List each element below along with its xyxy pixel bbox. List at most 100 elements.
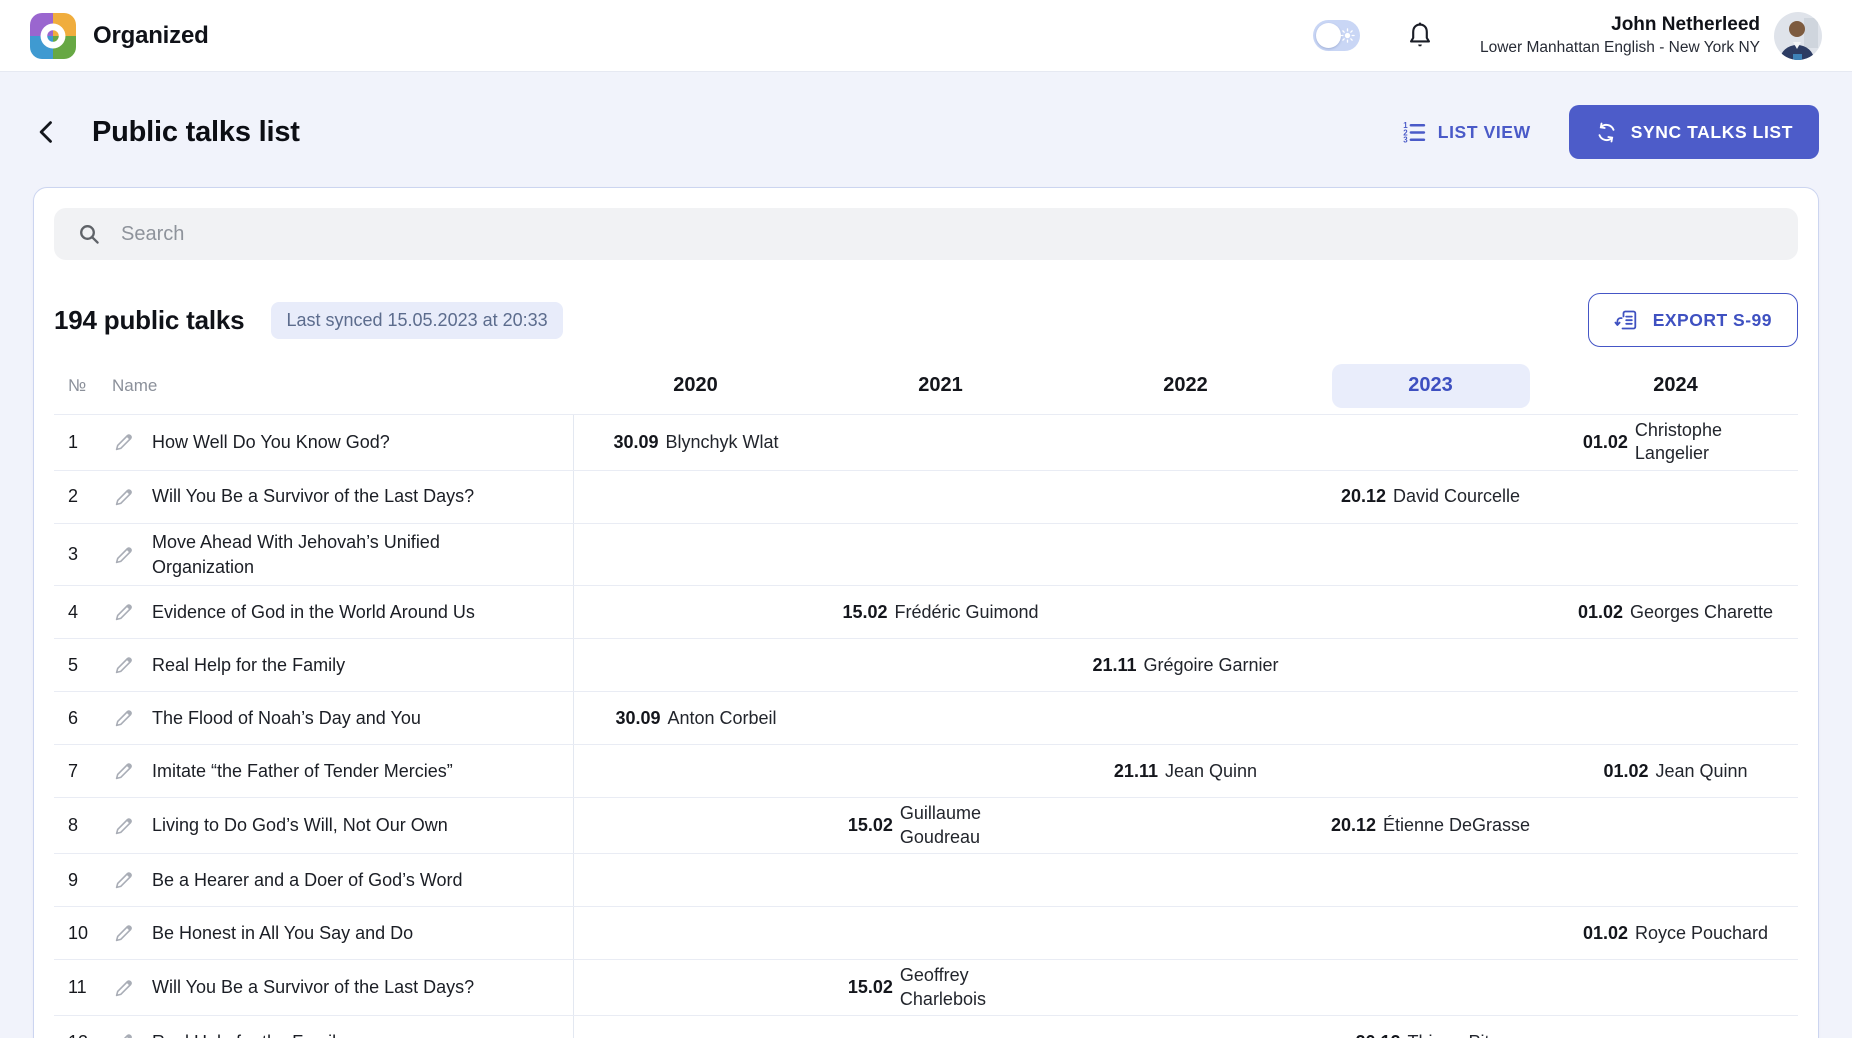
toggle-knob[interactable]: [1316, 23, 1341, 48]
talk-name: Imitate “the Father of Tender Mercies”: [152, 753, 512, 790]
talk-date: 20.12: [1331, 815, 1376, 836]
edit-pencil-icon[interactable]: [112, 920, 138, 946]
table-row: 7 Imitate “the Father of Tender Mercies”…: [54, 745, 1798, 798]
row-number: 4: [68, 602, 112, 623]
edit-pencil-icon[interactable]: [112, 652, 138, 678]
avatar[interactable]: [1774, 12, 1822, 60]
talk-date: 21.11: [1114, 761, 1158, 782]
year-cell-2022: [1063, 471, 1308, 523]
year-column-header-2023[interactable]: 2023: [1308, 357, 1553, 414]
table-row: 2 Will You Be a Survivor of the Last Day…: [54, 471, 1798, 524]
sync-talks-button[interactable]: SYNC TALKS LIST: [1569, 105, 1819, 159]
user-name: John Netherleed: [1480, 14, 1760, 36]
sync-talks-label: SYNC TALKS LIST: [1631, 122, 1793, 143]
year-cell-2022: [1063, 1016, 1308, 1038]
talk-date: 30.09: [615, 708, 660, 729]
talk-name: Real Help for the Family: [152, 1024, 512, 1038]
talk-speaker: Blynchyk Wlat: [666, 432, 779, 453]
year-cell-2021: [818, 1016, 1063, 1038]
year-cell-2020: 30.09 Anton Corbeil: [573, 692, 818, 744]
year-cell-2024: [1553, 639, 1798, 691]
year-cell-2023: 20.12Thierry Pitre: [1308, 1016, 1553, 1038]
year-cell-2022: [1063, 692, 1308, 744]
year-cell-2020: [573, 471, 818, 523]
year-cell-2024: [1553, 524, 1798, 586]
talk-name: Be Honest in All You Say and Do: [152, 915, 512, 952]
talk-name: Be a Hearer and a Doer of God’s Word: [152, 862, 512, 899]
year-cell-2022: [1063, 524, 1308, 586]
year-cell-2021: [818, 471, 1063, 523]
talk-date: 21.11: [1092, 655, 1136, 676]
row-number: 8: [68, 815, 112, 836]
talks-table: № Name 20202021202220232024 1 How Well D…: [54, 357, 1798, 1038]
edit-pencil-icon[interactable]: [112, 1029, 138, 1038]
talk-speaker: Royce Pouchard: [1635, 923, 1768, 944]
edit-pencil-icon[interactable]: [112, 758, 138, 784]
export-s99-label: EXPORT S-99: [1653, 310, 1772, 331]
table-row: 12 Real Help for the Family20.12Thierry …: [54, 1016, 1798, 1038]
search-input[interactable]: [121, 223, 1775, 246]
year-cell-2021: [818, 854, 1063, 906]
export-document-icon: [1614, 307, 1640, 333]
year-cell-2024: 01.02Jean Quinn: [1553, 745, 1798, 797]
app-logo[interactable]: [30, 13, 76, 59]
edit-pencil-icon[interactable]: [112, 484, 138, 510]
user-block[interactable]: John Netherleed Lower Manhattan English …: [1480, 14, 1760, 57]
talk-name: How Well Do You Know God?: [152, 424, 512, 461]
year-label-2020: 2020: [673, 374, 718, 397]
edit-pencil-icon[interactable]: [112, 429, 138, 455]
table-header-row: № Name 20202021202220232024: [54, 357, 1798, 415]
talk-speaker: Jean Quinn: [1165, 761, 1257, 782]
year-cell-2021: 15.02Geoffrey Charlebois: [818, 960, 1063, 1015]
page-title: Public talks list: [92, 116, 300, 149]
year-cell-2023: [1308, 907, 1553, 959]
year-cell-2022: [1063, 854, 1308, 906]
year-column-header-2024[interactable]: 2024: [1553, 357, 1798, 414]
year-cell-2021: [818, 745, 1063, 797]
year-cell-2020: 30.09 Blynchyk Wlat: [573, 415, 818, 470]
edit-pencil-icon[interactable]: [112, 813, 138, 839]
year-cell-2023: [1308, 586, 1553, 638]
talk-speaker: Jean Quinn: [1655, 761, 1747, 782]
back-chevron-icon[interactable]: [33, 115, 63, 149]
year-cell-2023: [1308, 639, 1553, 691]
talk-speaker: Guillaume Goudreau: [900, 802, 1033, 849]
edit-pencil-icon[interactable]: [112, 867, 138, 893]
year-cell-2022: [1063, 798, 1308, 853]
table-row: 5 Real Help for the Family21.11Grégoire …: [54, 639, 1798, 692]
svg-text:3: 3: [1403, 135, 1408, 144]
year-cell-2023: 20.12Étienne DeGrasse: [1308, 798, 1553, 853]
talk-date: 20.12: [1355, 1032, 1400, 1038]
edit-pencil-icon[interactable]: [112, 975, 138, 1001]
talk-speaker: Anton Corbeil: [667, 708, 776, 729]
export-s99-button[interactable]: EXPORT S-99: [1588, 293, 1798, 347]
year-cell-2022: [1063, 907, 1308, 959]
row-number: 7: [68, 761, 112, 782]
row-number: 11: [68, 977, 112, 998]
table-row: 4 Evidence of God in the World Around Us…: [54, 586, 1798, 639]
year-column-header-2022[interactable]: 2022: [1063, 357, 1308, 414]
edit-pencil-icon[interactable]: [112, 705, 138, 731]
talk-date: 15.02: [848, 977, 893, 998]
year-cell-2021: [818, 639, 1063, 691]
notifications-bell-icon[interactable]: [1404, 18, 1438, 54]
year-cell-2021: [818, 524, 1063, 586]
edit-pencil-icon[interactable]: [112, 599, 138, 625]
year-column-header-2020[interactable]: 2020: [573, 357, 818, 414]
theme-toggle[interactable]: [1313, 20, 1360, 51]
talk-date: 15.02: [842, 602, 887, 623]
talk-name: Will You Be a Survivor of the Last Days?: [152, 478, 512, 515]
year-cell-2024: 01.02Royce Pouchard: [1553, 907, 1798, 959]
talk-name: Will You Be a Survivor of the Last Days?: [152, 969, 512, 1006]
list-view-button[interactable]: 123 LIST VIEW: [1401, 120, 1531, 145]
year-column-header-2021[interactable]: 2021: [818, 357, 1063, 414]
talk-speaker: David Courcelle: [1393, 486, 1520, 507]
year-cell-2022: [1063, 415, 1308, 470]
talk-date: 30.09: [613, 432, 658, 453]
year-cell-2020: [573, 854, 818, 906]
search-bar[interactable]: [54, 208, 1798, 260]
count-row: 194 public talks Last synced 15.05.2023 …: [54, 293, 1798, 347]
talk-speaker: Grégoire Garnier: [1144, 655, 1279, 676]
search-icon: [77, 222, 101, 246]
edit-pencil-icon[interactable]: [112, 542, 138, 568]
